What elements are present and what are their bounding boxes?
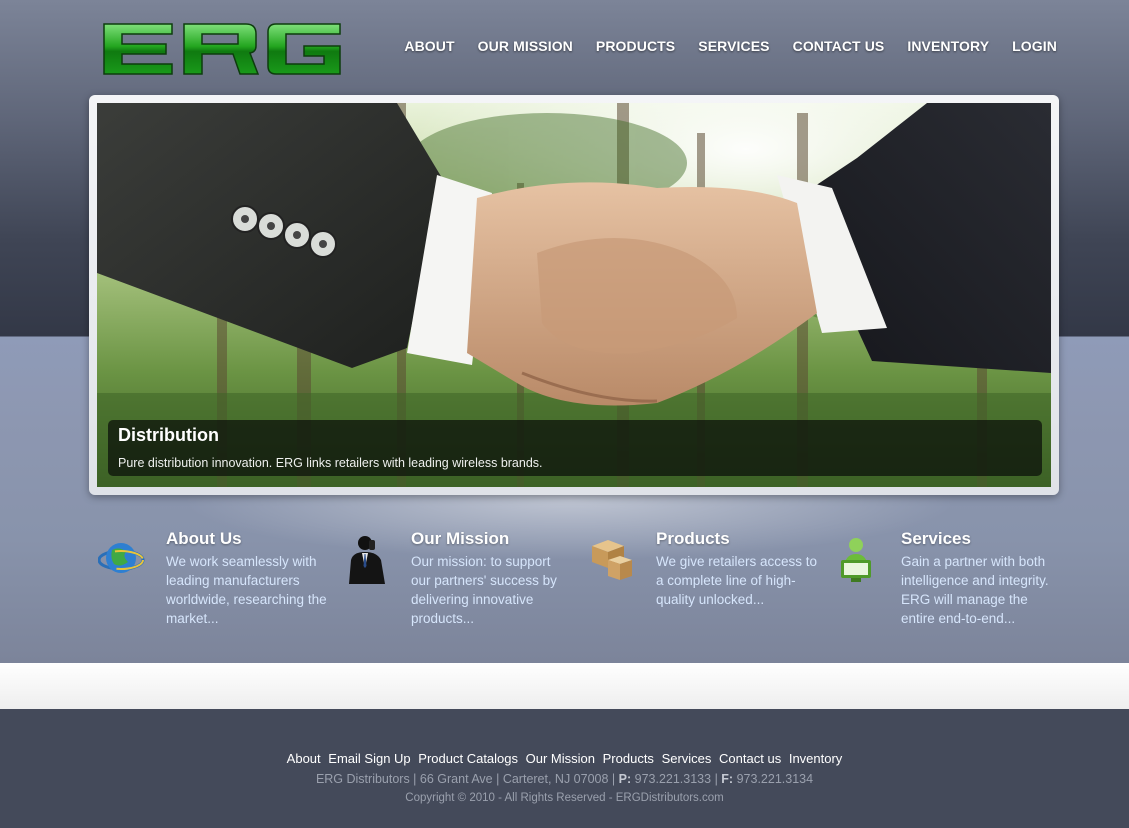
nav-about[interactable]: ABOUT — [404, 38, 454, 54]
hero-caption-title: Distribution — [118, 425, 219, 445]
feature-title: Services — [901, 529, 971, 548]
nav-services[interactable]: SERVICES — [698, 38, 769, 54]
nav-inventory[interactable]: INVENTORY — [907, 38, 989, 54]
footer-links: About Email Sign Up Product Catalogs Our… — [0, 751, 1129, 766]
erg-logo-image — [103, 23, 341, 75]
nav-our-mission[interactable]: OUR MISSION — [478, 38, 573, 54]
footer-link-services[interactable]: Services — [662, 751, 712, 766]
footer-link-about[interactable]: About — [287, 751, 321, 766]
footer-address: ERG Distributors | 66 Grant Ave | Carter… — [0, 772, 1129, 786]
feature-text: We work seamlessly with leading manufact… — [166, 554, 327, 626]
feature-services[interactable]: Services Gain a partner with both intell… — [833, 528, 1063, 638]
erg-logo[interactable] — [100, 20, 344, 78]
footer-link-our-mission[interactable]: Our Mission — [526, 751, 595, 766]
feature-about-us[interactable]: About Us We work seamlessly with leading… — [97, 528, 328, 638]
hero-caption: Distribution Pure distribution innovatio… — [108, 420, 1042, 476]
footer-phone: 973.221.3133 | — [634, 772, 718, 786]
user-computer-icon — [833, 534, 883, 584]
footer-link-product-catalogs[interactable]: Product Catalogs — [418, 751, 518, 766]
footer-link-products[interactable]: Products — [603, 751, 654, 766]
footer-fax-label: F: — [721, 772, 734, 786]
nav-login[interactable]: LOGIN — [1012, 38, 1057, 54]
feature-products[interactable]: Products We give retailers access to a c… — [588, 528, 818, 638]
footer-link-inventory[interactable]: Inventory — [789, 751, 842, 766]
feature-title: Our Mission — [411, 529, 510, 548]
globe-icon — [97, 534, 148, 584]
feature-title: Products — [656, 529, 730, 548]
hero-caption-text: Pure distribution innovation. ERG links … — [118, 456, 543, 470]
main-nav: ABOUT OUR MISSION PRODUCTS SERVICES CONT… — [404, 38, 1057, 54]
footer-fax: 973.221.3134 — [736, 772, 814, 786]
footer-phone-label: P: — [618, 772, 632, 786]
nav-contact-us[interactable]: CONTACT US — [793, 38, 885, 54]
feature-text: Gain a partner with both intelligence an… — [901, 554, 1049, 626]
feature-text: Our mission: to support our partners' su… — [411, 554, 557, 626]
footer-link-email-sign-up[interactable]: Email Sign Up — [328, 751, 410, 766]
feature-text: We give retailers access to a complete l… — [656, 554, 818, 607]
footer-company-address: ERG Distributors | 66 Grant Ave | Carter… — [315, 772, 616, 786]
footer-copyright: Copyright © 2010 - All Rights Reserved -… — [405, 792, 724, 804]
feature-our-mission[interactable]: Our Mission Our mission: to support our … — [343, 528, 573, 638]
footer-link-contact-us[interactable]: Contact us — [719, 751, 781, 766]
feature-title: About Us — [166, 529, 242, 548]
nav-products[interactable]: PRODUCTS — [596, 38, 675, 54]
content-divider-band — [0, 663, 1129, 709]
businessman-phone-icon — [343, 534, 393, 584]
footer: About Email Sign Up Product Catalogs Our… — [0, 709, 1129, 828]
boxes-icon — [588, 534, 638, 584]
